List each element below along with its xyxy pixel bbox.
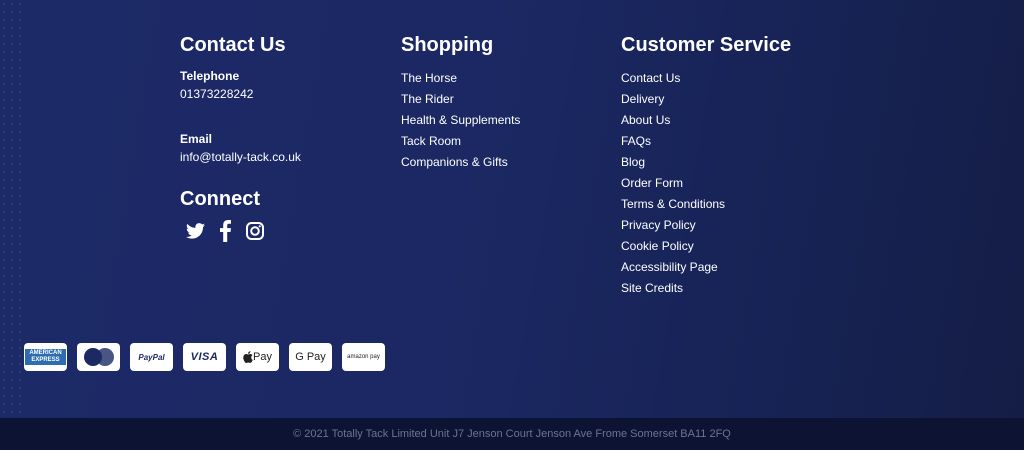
telephone-label: Telephone <box>180 69 240 83</box>
shopping-link-the-horse[interactable]: The Horse <box>401 68 520 89</box>
service-link-cookie-policy[interactable]: Cookie Policy <box>621 236 791 257</box>
service-link-blog[interactable]: Blog <box>621 152 791 173</box>
visa-label: VISA <box>190 351 219 363</box>
shopping-link-tack-room[interactable]: Tack Room <box>401 131 520 152</box>
social-links <box>185 220 301 242</box>
contact-heading: Contact Us <box>180 34 286 56</box>
customer-service-links: Contact Us Delivery About Us FAQs Blog O… <box>621 68 791 299</box>
shopping-link-companions-gifts[interactable]: Companions & Gifts <box>401 152 520 173</box>
shopping-heading: Shopping <box>401 34 494 56</box>
decorative-dots <box>0 0 22 418</box>
shopping-link-the-rider[interactable]: The Rider <box>401 89 520 110</box>
service-link-site-credits[interactable]: Site Credits <box>621 278 791 299</box>
service-link-terms-conditions[interactable]: Terms & Conditions <box>621 194 791 215</box>
amex-label: AMERICAN EXPRESS <box>25 349 66 365</box>
copyright-bar: © 2021 Totally Tack Limited Unit J7 Jens… <box>0 418 1024 450</box>
shopping-links: The Horse The Rider Health & Supplements… <box>401 68 520 173</box>
email-label: Email <box>180 132 213 146</box>
mastercard-card-icon <box>77 343 120 371</box>
apple-icon <box>243 351 253 363</box>
copyright-text: © 2021 Totally Tack Limited Unit J7 Jens… <box>293 428 731 440</box>
service-link-about-us[interactable]: About Us <box>621 110 791 131</box>
facebook-icon[interactable] <box>215 220 235 242</box>
telephone-link[interactable]: 01373228242 <box>180 85 301 103</box>
service-link-faqs[interactable]: FAQs <box>621 131 791 152</box>
visa-card-icon: VISA <box>183 343 226 371</box>
customer-service-column: Customer Service Contact Us Delivery Abo… <box>621 32 791 299</box>
amazon-pay-label: amazon pay <box>347 354 380 360</box>
service-link-contact-us[interactable]: Contact Us <box>621 68 791 89</box>
service-link-privacy-policy[interactable]: Privacy Policy <box>621 215 791 236</box>
instagram-icon[interactable] <box>245 220 265 242</box>
paypal-card-icon: PayPal <box>130 343 173 371</box>
service-link-accessibility-page[interactable]: Accessibility Page <box>621 257 791 278</box>
service-link-delivery[interactable]: Delivery <box>621 89 791 110</box>
google-pay-card-icon: G Pay <box>289 343 332 371</box>
amex-card-icon: AMERICAN EXPRESS <box>24 343 67 371</box>
apple-pay-card-icon: Pay <box>236 343 279 371</box>
payment-methods: AMERICAN EXPRESS PayPal VISA Pay G Pay a… <box>24 343 385 371</box>
google-pay-label: G Pay <box>295 351 326 363</box>
service-link-order-form[interactable]: Order Form <box>621 173 791 194</box>
shopping-column: Shopping The Horse The Rider Health & Su… <box>401 32 520 173</box>
customer-service-heading: Customer Service <box>621 34 792 56</box>
contact-column: Contact Us Telephone 01373228242 Email i… <box>180 32 301 242</box>
paypal-label: PayPal <box>138 352 165 362</box>
connect-heading: Connect <box>180 188 260 210</box>
apple-pay-label: Pay <box>253 351 272 363</box>
amazon-pay-card-icon: amazon pay <box>342 343 385 371</box>
twitter-icon[interactable] <box>185 220 205 242</box>
shopping-link-health-supplements[interactable]: Health & Supplements <box>401 110 520 131</box>
email-link[interactable]: info@totally-tack.co.uk <box>180 148 301 166</box>
